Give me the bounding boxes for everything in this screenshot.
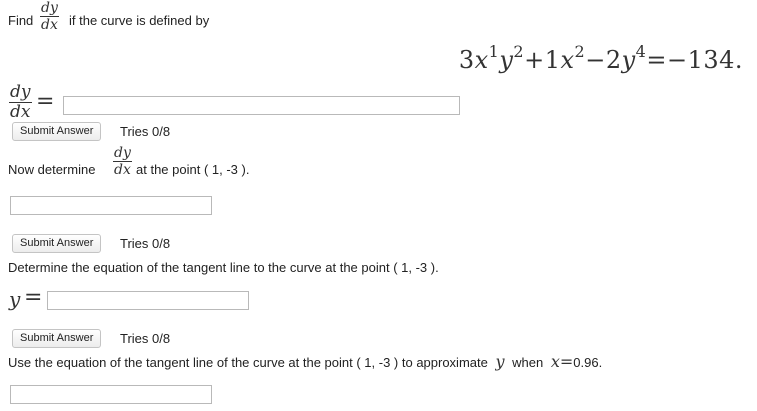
at-point-text: at the point ( 1, -3 ). — [136, 162, 250, 177]
equation-term: +1 — [524, 46, 561, 74]
curve-prompt-text: if the curve is defined by — [69, 13, 210, 28]
x-value: 0.96. — [573, 355, 603, 370]
when-word: when — [512, 355, 544, 370]
equation-exponent: 2 — [574, 42, 586, 61]
approximation-prompt-text: Use the equation of the tangent line of … — [8, 355, 488, 370]
tangent-line-input[interactable] — [47, 291, 249, 310]
equation-exponent: 4 — [635, 42, 647, 61]
answer-dy-dx-label: dy dx — [9, 84, 32, 121]
tries-counter-2: Tries 0/8 — [120, 236, 171, 251]
y-variable-label: y — [9, 287, 21, 311]
submit-answer-button-2[interactable]: Submit Answer — [12, 234, 102, 253]
fraction-denominator: dx — [10, 102, 31, 122]
equation-exponent: 2 — [513, 42, 525, 61]
equation-rhs: =−134. — [646, 46, 743, 74]
submit-answer-button-3[interactable]: Submit Answer — [12, 329, 102, 348]
equation-term: −2 — [585, 46, 622, 74]
y-variable: y — [495, 352, 505, 371]
approximation-input[interactable] — [10, 385, 212, 404]
equation-var-x: x — [474, 46, 489, 74]
equation-coef: 3 — [458, 46, 475, 74]
dy-dx-fraction: dy dx — [40, 1, 59, 32]
fraction-denominator: dx — [114, 162, 131, 178]
equation-var-x: x — [560, 46, 575, 74]
fraction-numerator: dy — [114, 145, 131, 161]
fraction-numerator: dy — [41, 0, 58, 16]
tangent-line-prompt: Determine the equation of the tangent li… — [8, 260, 439, 275]
slope-at-point-input[interactable] — [10, 196, 212, 215]
equals-sign: = — [36, 89, 55, 114]
tries-counter-3: Tries 0/8 — [120, 331, 171, 346]
x-equals-sign: = — [559, 352, 574, 371]
find-label: Find — [8, 13, 34, 28]
derivative-answer-input[interactable] — [63, 96, 460, 115]
submit-answer-button-1[interactable]: Submit Answer — [12, 122, 102, 141]
fraction-numerator: dy — [10, 82, 31, 102]
curve-equation: 3x1y2+1x2−2y4=−134. — [459, 42, 743, 74]
equation-exponent: 1 — [488, 42, 500, 61]
equals-sign: = — [24, 285, 43, 310]
dy-dx-fraction-2: dy dx — [113, 146, 132, 177]
equation-var-y: y — [499, 46, 514, 74]
tries-counter-1: Tries 0/8 — [120, 124, 171, 139]
approximation-prompt: Use the equation of the tangent line of … — [8, 352, 602, 371]
equation-var-y: y — [621, 46, 636, 74]
now-determine-label: Now determine — [8, 162, 96, 177]
fraction-denominator: dx — [41, 17, 58, 33]
x-variable: x — [550, 352, 560, 371]
